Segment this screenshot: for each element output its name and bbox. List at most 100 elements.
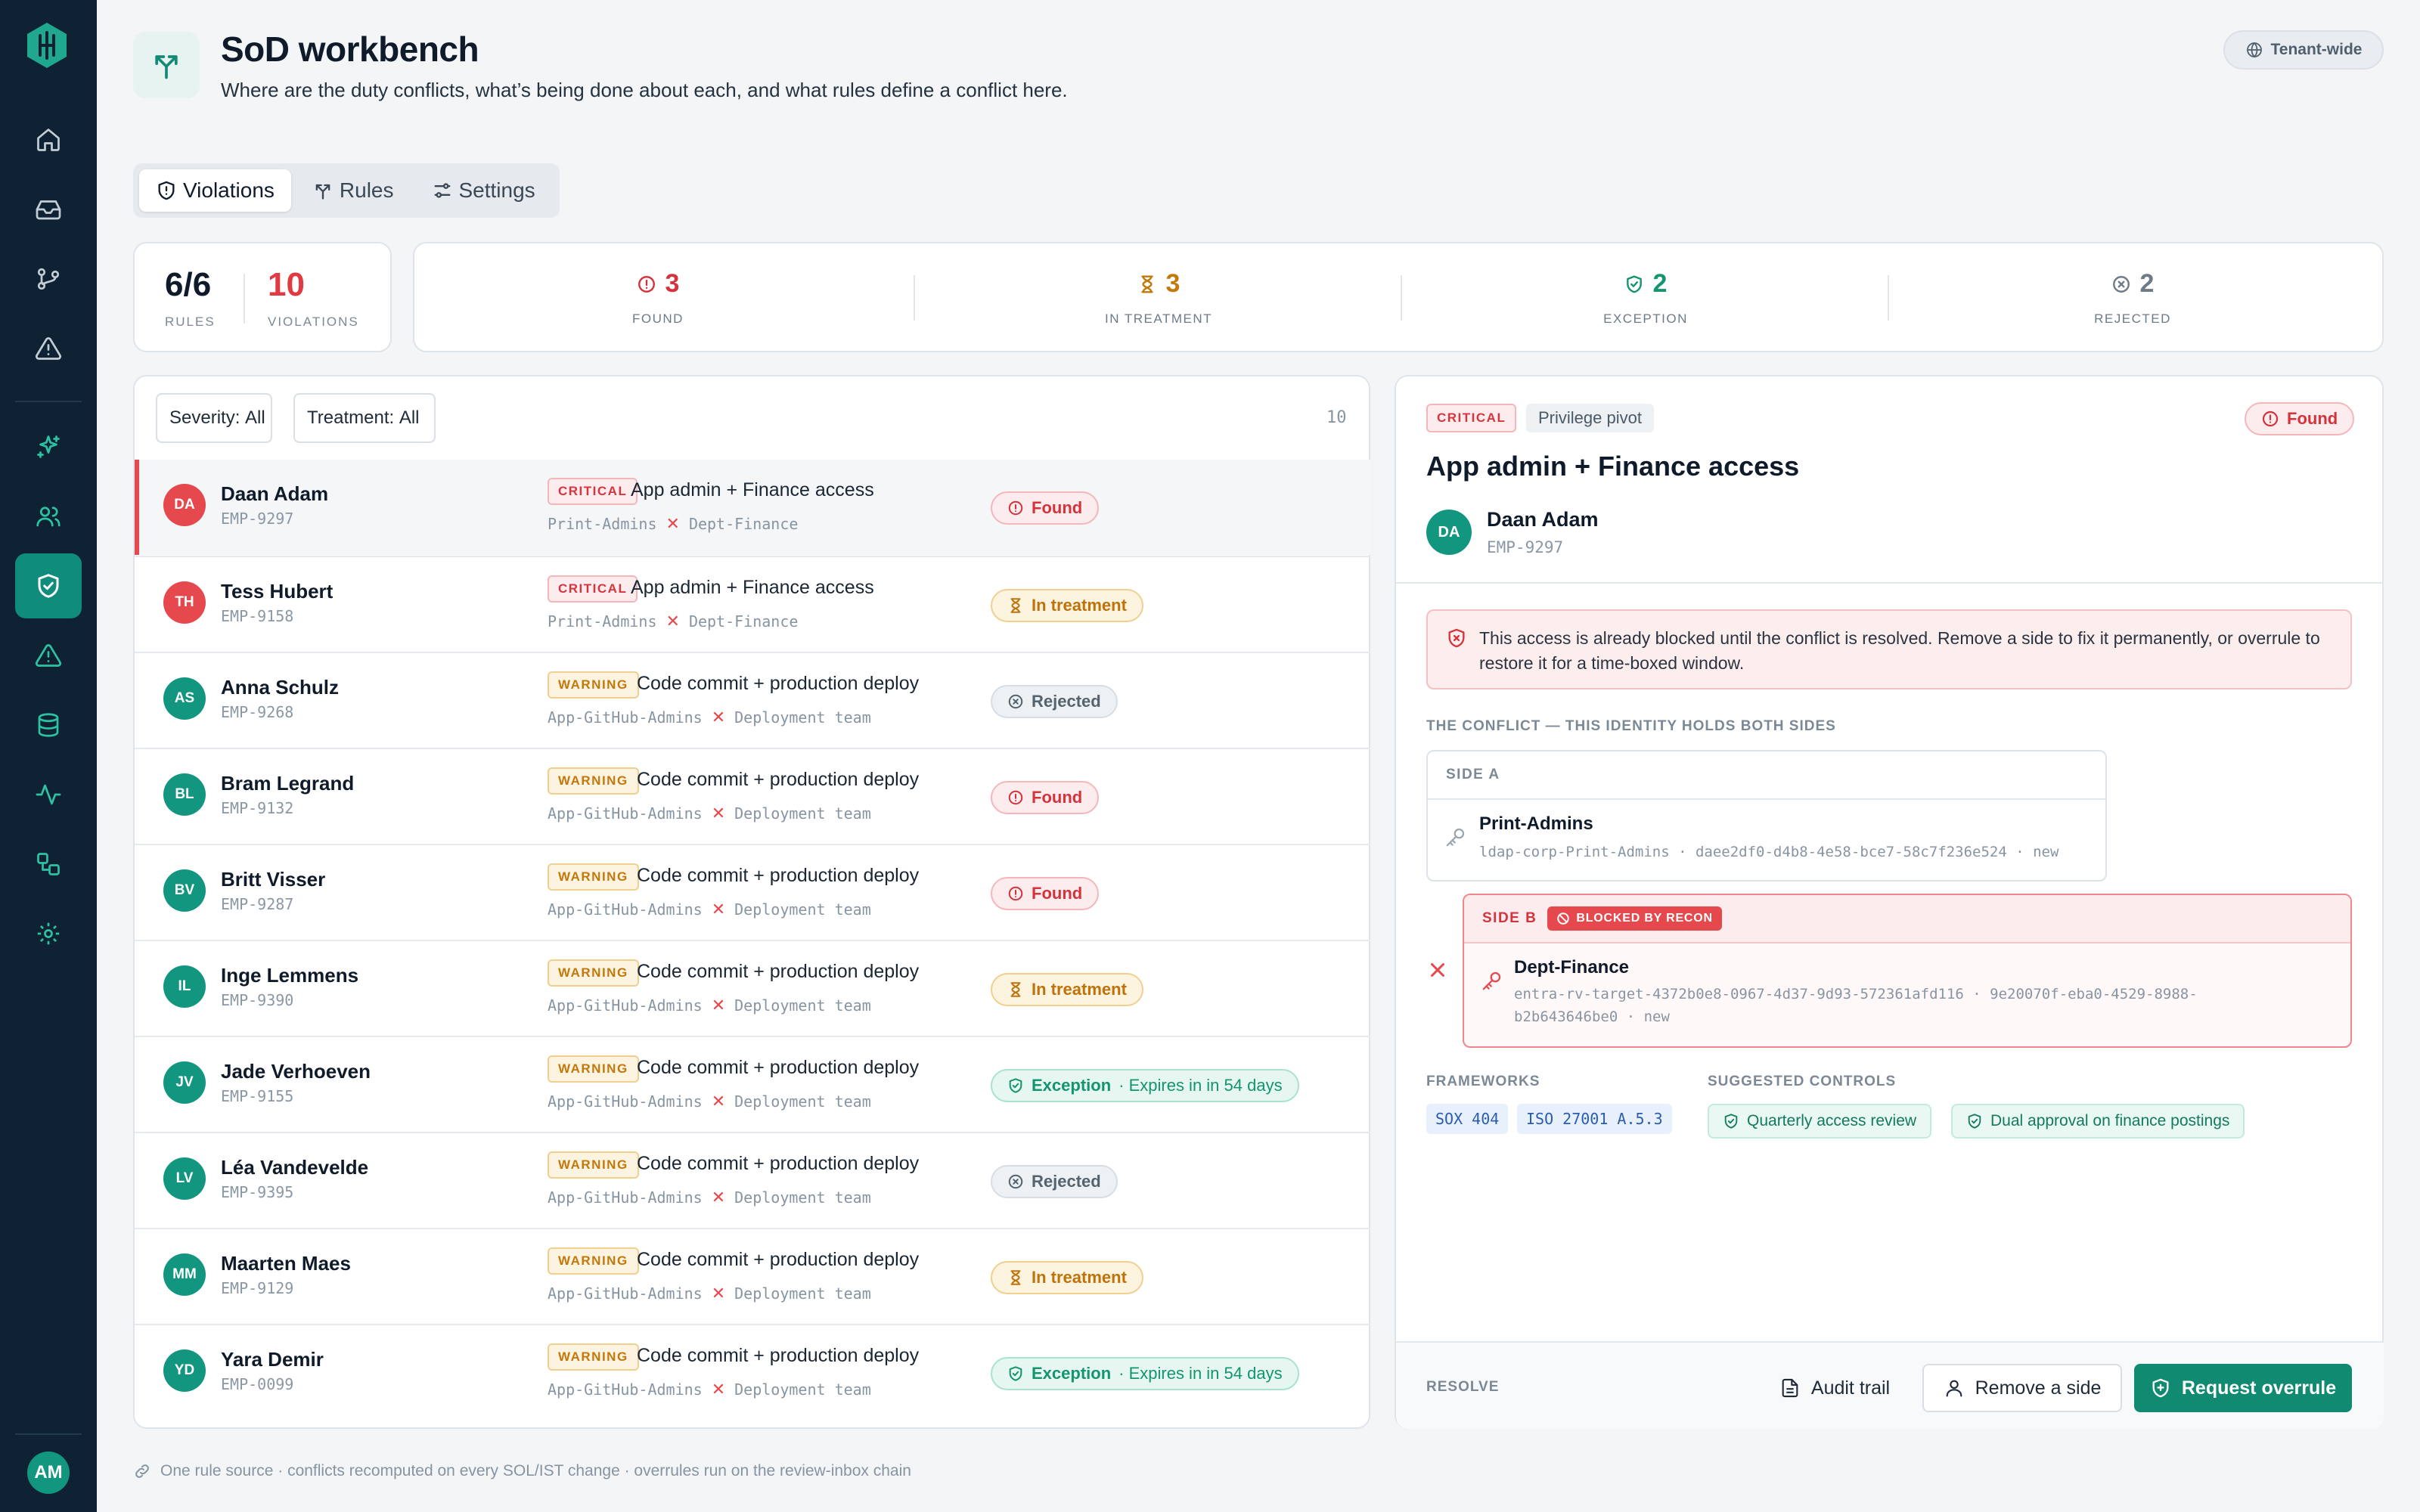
nav-alerts[interactable] <box>15 316 82 381</box>
status-badge[interactable]: In treatment <box>991 973 1143 1006</box>
status-badge[interactable]: Exception · Expires in in 54 days <box>991 1069 1299 1102</box>
x-circle-icon <box>1007 1173 1024 1190</box>
rule-name: App admin + Finance access <box>631 479 874 500</box>
stat-found[interactable]: 3 FOUND <box>414 243 901 352</box>
workflow-icon <box>35 850 62 878</box>
tab-rules[interactable]: Rules <box>296 169 411 212</box>
nav-insights[interactable] <box>15 414 82 479</box>
stat-found-value: 3 <box>665 269 680 298</box>
detail-identity-emp: EMP-9297 <box>1487 538 1564 556</box>
detail-status-badge[interactable]: Found <box>2245 402 2355 435</box>
conflict-sides: App-GitHub-Admins ✕ Deployment team <box>548 1092 871 1111</box>
nav-data[interactable] <box>15 692 82 758</box>
identity-emp: EMP-9129 <box>221 1279 294 1297</box>
hourglass-icon <box>1007 981 1024 998</box>
tab-settings[interactable]: Settings <box>415 169 552 212</box>
violation-row[interactable]: MM Maarten Maes EMP-9129 WARNING Code commit… <box>135 1228 1370 1323</box>
stat-exception[interactable]: 2 EXCEPTION <box>1402 243 1889 352</box>
nav-inbox[interactable] <box>15 177 82 242</box>
conflict-x-icon: ✕ <box>711 1188 726 1207</box>
conflict-x-icon: ✕ <box>711 996 726 1015</box>
severity-filter[interactable]: Severity: All <box>156 393 272 443</box>
stat-in-treatment[interactable]: 3 IN TREATMENT <box>915 243 1402 352</box>
conflict-x-icon: ✕ <box>711 1092 726 1111</box>
tab-violations[interactable]: Violations <box>139 169 291 212</box>
nav-activity[interactable] <box>15 762 82 827</box>
scope-selector[interactable]: Tenant-wide <box>2223 30 2384 70</box>
identity-name: Bram Legrand <box>221 772 355 795</box>
identity-emp: EMP-9297 <box>221 510 294 528</box>
control-chip[interactable]: Dual approval on finance postings <box>1951 1104 2245 1139</box>
stat-exception-value: 2 <box>1652 269 1668 298</box>
status-label: Exception <box>1032 1076 1112 1095</box>
tab-rules-label: Rules <box>339 178 394 202</box>
conflict-x-icon: ✕ <box>711 900 726 919</box>
violation-row[interactable]: YD Yara Demir EMP-0099 WARNING Code commit +… <box>135 1324 1370 1419</box>
nav-settings[interactable] <box>15 901 82 966</box>
conflict-x-icon: ✕ <box>711 1380 726 1399</box>
severity-filter-label: Severity: <box>169 407 240 428</box>
violation-row[interactable]: JV Jade Verhoeven EMP-9155 WARNING Code comm… <box>135 1036 1370 1131</box>
footer-note: One rule source · conflicts recomputed o… <box>133 1462 911 1480</box>
side-a-meta: ldap-corp-Print-Admins · daee2df0-d4b8-4… <box>1479 844 2059 860</box>
violation-row[interactable]: DA Daan Adam EMP-9297 CRITICAL App admin + F… <box>135 460 1370 555</box>
nav-risks[interactable] <box>15 623 82 688</box>
user-avatar[interactable]: AM <box>27 1452 70 1494</box>
shield-check-icon <box>1007 1077 1024 1094</box>
severity-badge: CRITICAL <box>548 575 638 603</box>
side-a-name: Print-Admins <box>1479 813 1593 834</box>
status-badge[interactable]: Found <box>991 781 1100 814</box>
violation-row[interactable]: LV Léa Vandevelde EMP-9395 WARNING Code comm… <box>135 1132 1370 1227</box>
nav-identities[interactable] <box>15 484 82 549</box>
status-badge[interactable]: Found <box>991 877 1100 910</box>
status-badge[interactable]: In treatment <box>991 1261 1143 1294</box>
status-badge[interactable]: In treatment <box>991 589 1143 622</box>
shield-check-icon <box>1966 1113 1983 1129</box>
stat-rejected[interactable]: 2 REJECTED <box>1889 243 2376 352</box>
identity-name: Daan Adam <box>221 482 329 505</box>
alert-circle-icon <box>1007 500 1024 516</box>
nav-sod[interactable] <box>15 553 82 618</box>
page-icon <box>133 32 200 98</box>
shield-check-icon <box>1723 1113 1739 1129</box>
violation-row[interactable]: BL Bram Legrand EMP-9132 WARNING Code commit… <box>135 748 1370 843</box>
side-b-name: Dept-Finance <box>1514 957 1630 978</box>
framework-chip: ISO 27001 A.5.3 <box>1517 1104 1672 1134</box>
nav-branches[interactable] <box>15 246 82 311</box>
violation-row[interactable]: TH Tess Hubert EMP-9158 CRITICAL App admin +… <box>135 556 1370 651</box>
sidebar-divider <box>15 401 82 402</box>
status-label: Found <box>1032 788 1083 807</box>
expiry-label: · Expires in in 54 days <box>1118 1076 1283 1095</box>
violation-row[interactable]: IL Inge Lemmens EMP-9390 WARNING Code commit… <box>135 940 1370 1035</box>
treatment-filter[interactable]: Treatment: All <box>293 393 436 443</box>
request-overrule-button[interactable]: Request overrule <box>2134 1364 2352 1412</box>
status-label: Found <box>1032 498 1083 517</box>
audit-trail-button[interactable]: Audit trail <box>1761 1364 1909 1412</box>
rule-name: Code commit + production deploy <box>637 1249 920 1270</box>
violation-row[interactable]: AS Anna Schulz EMP-9268 WARNING Code commit … <box>135 652 1370 747</box>
status-badge[interactable]: Rejected <box>991 685 1118 718</box>
remove-side-button[interactable]: Remove a side <box>1922 1364 2122 1412</box>
kpi-divider <box>244 274 245 324</box>
framework-chip: SOX 404 <box>1426 1104 1509 1134</box>
side-b: Deployment team <box>734 1284 871 1303</box>
avatar: BV <box>163 869 206 912</box>
activity-icon <box>35 781 62 808</box>
footer-note-text: One rule source · conflicts recomputed o… <box>160 1462 911 1479</box>
detail-identity-name[interactable]: Daan Adam <box>1487 508 1599 531</box>
status-badge[interactable]: Exception · Expires in in 54 days <box>991 1357 1299 1390</box>
nav-workflows[interactable] <box>15 832 82 897</box>
side-b: Deployment team <box>734 900 871 919</box>
severity-filter-value: All <box>245 407 265 428</box>
avatar: BL <box>163 773 206 816</box>
severity-badge: WARNING <box>548 1247 639 1275</box>
app-logo[interactable] <box>24 21 70 70</box>
status-badge[interactable]: Rejected <box>991 1165 1118 1198</box>
violation-row[interactable]: BV Britt Visser EMP-9287 WARNING Code commit… <box>135 844 1370 939</box>
avatar: MM <box>163 1253 206 1296</box>
status-badge[interactable]: Found <box>991 491 1100 525</box>
nav-home[interactable] <box>15 107 82 172</box>
sidebar: AM <box>0 0 97 1512</box>
control-chip[interactable]: Quarterly access review <box>1708 1104 1932 1139</box>
expiry-label: · Expires in in 54 days <box>1118 1364 1283 1383</box>
